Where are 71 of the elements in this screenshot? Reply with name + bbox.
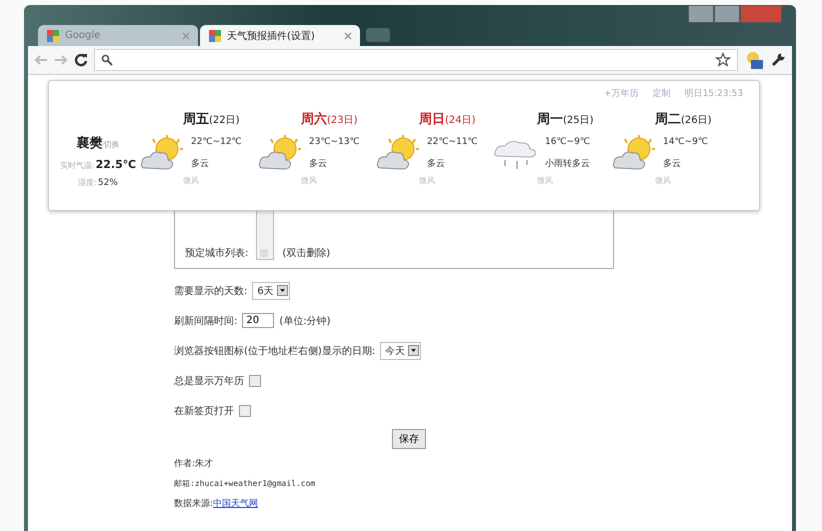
page-icon <box>208 28 222 42</box>
dropdown[interactable]: 今天 <box>380 342 422 360</box>
page-icon <box>46 28 60 42</box>
dropdown[interactable]: 6天 <box>252 282 290 300</box>
city-name: 襄樊 <box>76 134 102 152</box>
temperature-range: 22℃~11℃ <box>427 136 478 146</box>
sun-cloud-icon <box>375 134 421 172</box>
source-link[interactable]: 中国天气网 <box>213 499 258 509</box>
humidity-value: 52% <box>98 178 118 188</box>
temp-label: 实时气温: <box>60 160 95 171</box>
day-name: 周一 <box>537 112 563 127</box>
hint-text: (双击删除) <box>282 246 330 260</box>
weather-icon <box>744 50 764 70</box>
day-date: (22日) <box>209 115 240 126</box>
wrench-icon <box>770 52 786 68</box>
day-name: 周六 <box>301 112 327 127</box>
close-icon <box>344 32 352 40</box>
search-icon <box>101 54 113 66</box>
sun-cloud-icon <box>139 134 185 172</box>
reload-icon <box>74 53 88 67</box>
weather-text: 多云 <box>191 158 210 170</box>
wind-text: 微风 <box>300 175 318 186</box>
star-icon <box>715 52 731 68</box>
temperature-range: 14℃~9℃ <box>663 136 708 146</box>
weather-text: 多云 <box>663 158 682 170</box>
close-icon <box>182 32 190 40</box>
tab-title: Google <box>65 30 102 41</box>
minimize-button[interactable] <box>688 5 714 23</box>
author-text: 作者:朱才 <box>174 458 214 470</box>
day-name: 周二 <box>655 112 681 127</box>
day-name: 周日 <box>419 112 445 127</box>
day-name: 周五 <box>183 112 209 127</box>
wind-text: 微风 <box>182 175 200 186</box>
day-date: (23日) <box>327 115 358 126</box>
field-label: 浏览器按钮图标(位于地址栏右侧)显示的日期: <box>174 344 376 358</box>
checkbox-label: 总是显示万年历 <box>174 374 244 388</box>
tab-title: 天气预报插件(设置) <box>227 30 316 42</box>
source-label: 数据来源: <box>174 499 214 509</box>
maximize-button[interactable] <box>714 5 740 23</box>
day-date: (26日) <box>681 115 712 126</box>
humidity-label: 湿度: <box>78 177 97 188</box>
weather-text: 多云 <box>427 158 446 170</box>
temperature-range: 23℃~13℃ <box>309 136 360 146</box>
forward-icon <box>54 54 68 66</box>
wind-text: 微风 <box>536 175 554 186</box>
field-label: 需要显示的天数: <box>174 284 248 298</box>
back-icon <box>34 54 48 66</box>
unit-text: (单位:分钟) <box>279 314 331 328</box>
weather-text: 多云 <box>309 158 328 170</box>
field-label: 预定城市列表: <box>185 246 248 260</box>
refresh-input[interactable]: 20 <box>242 313 274 328</box>
temperature-range: 16℃~9℃ <box>545 136 590 146</box>
weather-text: 小雨转多云 <box>545 158 590 170</box>
day-date: (25日) <box>563 115 594 126</box>
checkbox-label: 在新签页打开 <box>174 404 234 418</box>
temperature-range: 22℃~12℃ <box>191 136 242 146</box>
current-temp: 22.5℃ <box>96 158 136 171</box>
checkbox[interactable] <box>249 374 261 386</box>
sun-cloud-icon <box>611 134 657 172</box>
email-text: 邮箱:zhucai+weather1@gmail.com <box>174 478 316 489</box>
wind-text: 微风 <box>654 175 672 186</box>
sun-cloud-icon <box>257 134 303 172</box>
close-button[interactable] <box>740 5 782 23</box>
field-label: 刷新间隔时间: <box>174 314 238 328</box>
save-button[interactable]: 保存 <box>392 429 426 449</box>
wind-text: 微风 <box>418 175 436 186</box>
checkbox[interactable] <box>239 404 251 416</box>
new-tab-button[interactable] <box>366 28 390 42</box>
browser-tab[interactable]: 天气预报插件(设置) <box>200 25 360 46</box>
day-date: (24日) <box>445 115 476 126</box>
address-bar[interactable] <box>94 49 738 71</box>
